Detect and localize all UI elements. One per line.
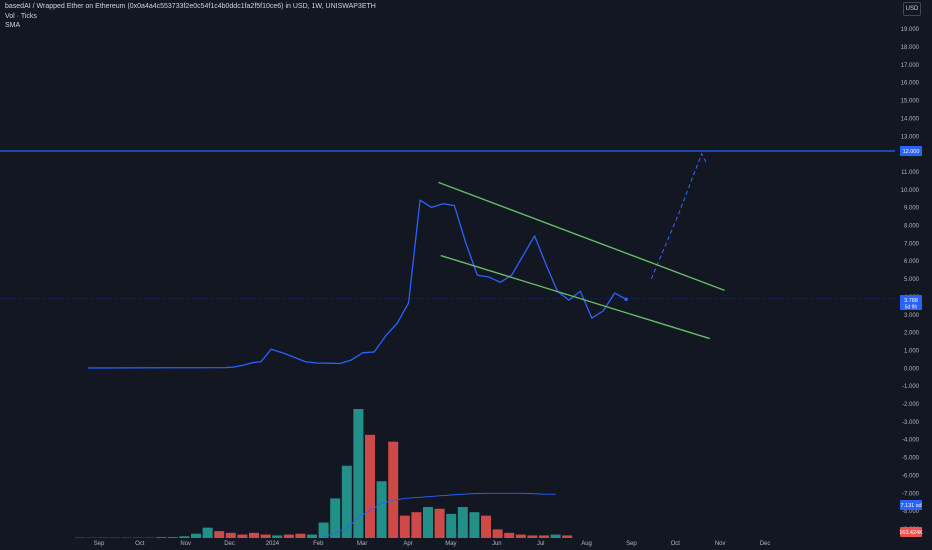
currency-button[interactable]: USD (903, 2, 921, 16)
bottom-tag: 163.424K (899, 527, 923, 537)
volume-bar (550, 534, 561, 538)
time-tick-label: Mar (357, 541, 367, 547)
price-tick-label: 7.000 (904, 241, 920, 247)
last-price-tag-text: 3.788 (904, 298, 918, 304)
volume-bar (237, 534, 248, 538)
price-tick-label: 13.000 (901, 134, 920, 140)
price-tick-label: 15.000 (901, 99, 920, 105)
time-tick-label: 2024 (266, 541, 280, 547)
horizontal-level-tag: 12.000 (900, 146, 922, 156)
volume-bar (249, 532, 259, 538)
volume-tag-text: 7.131 sd (900, 503, 921, 509)
price-tick-label: 5.000 (904, 277, 920, 283)
legend-sma: SMA (5, 22, 21, 29)
time-tick-label: May (445, 541, 456, 547)
volume-bar (156, 537, 167, 538)
last-price-tag-subtext: 5d 9h (905, 305, 918, 311)
volume-bar (330, 498, 341, 538)
volume-bar (504, 532, 515, 538)
volume-bar (457, 507, 468, 538)
volume-bar (539, 535, 549, 538)
volume-bar (446, 513, 457, 538)
price-tick-label: 0.000 (904, 366, 920, 372)
volume-bar (295, 533, 306, 538)
volume-bar (423, 507, 433, 538)
legend-volume: Vol · Ticks (5, 12, 37, 20)
time-tick-label: Oct (135, 541, 145, 547)
time-tick-label: Nov (180, 541, 191, 547)
time-tick-label: Aug (581, 541, 592, 547)
volume-bar (167, 537, 178, 538)
price-tick-label: -6.000 (902, 473, 920, 479)
price-tick-label: 17.000 (901, 63, 920, 69)
price-tick-label: 19.000 (901, 27, 920, 33)
price-tick-label: 16.000 (901, 81, 920, 87)
volume-bar (492, 529, 503, 538)
price-tick-label: -2.000 (902, 402, 920, 408)
last-price-tag: 3.7885d 9h (900, 295, 922, 311)
price-tick-label: 10.000 (901, 188, 920, 194)
volume-bar (179, 536, 190, 538)
volume-bar (515, 534, 526, 538)
chart-background (0, 0, 932, 550)
volume-bar (214, 531, 225, 538)
price-tick-label: 11.000 (901, 170, 920, 176)
volume-bar (411, 512, 422, 538)
volume-bar (272, 535, 283, 538)
time-tick-label: Dec (760, 541, 771, 547)
price-tick-label: -7.000 (902, 491, 920, 497)
time-tick-label: Jul (537, 541, 545, 547)
legend-symbol: basedAI / Wrapped Ether on Ethereum (0x0… (5, 3, 376, 10)
price-chart[interactable]: 19.000 18.000 17.000 16.000 15.000 14.000 13.0… (0, 0, 932, 550)
last-price-dot (624, 297, 628, 302)
time-tick-label: Jun (492, 541, 502, 547)
volume-tag: 7.131 sd (900, 500, 922, 510)
price-tick-label: -5.000 (902, 456, 920, 462)
time-tick-label: Nov (715, 541, 726, 547)
volume-bar (388, 441, 399, 538)
price-tick-label: 1.000 (904, 348, 920, 354)
volume-bar (341, 465, 352, 538)
price-tick-label: 3.000 (904, 313, 920, 319)
volume-bar (353, 409, 364, 538)
time-tick-label: Sep (94, 541, 105, 547)
time-tick-label: Apr (403, 541, 412, 547)
volume-bar (527, 535, 538, 538)
price-tick-label: -1.000 (902, 384, 920, 390)
volume-bar (225, 532, 236, 538)
volume-bar (434, 508, 445, 538)
time-tick-label: Oct (671, 541, 681, 547)
volume-bar (260, 534, 271, 538)
price-tick-label: 9.000 (904, 206, 920, 212)
volume-bar (399, 515, 410, 538)
price-tick-label: 14.000 (901, 116, 920, 122)
bottom-tag-text: 163.424K (899, 530, 923, 536)
chart-legend: basedAI / Wrapped Ether on Ethereum (0x0… (5, 2, 376, 31)
volume-bar (469, 512, 480, 538)
volume-bar (481, 515, 491, 538)
volume-bar (283, 534, 294, 538)
volume-bar (191, 533, 201, 538)
volume-bar (202, 527, 213, 538)
price-tick-label: 6.000 (904, 259, 920, 265)
volume-bar (376, 481, 387, 538)
price-tick-label: 8.000 (904, 224, 920, 230)
volume-bar (562, 535, 573, 538)
volume-bar (365, 434, 375, 538)
price-tick-label: -3.000 (902, 420, 920, 426)
time-tick-label: Feb (313, 541, 324, 547)
price-tick-label: 2.000 (904, 331, 920, 337)
price-tick-label: -4.000 (902, 438, 920, 444)
volume-bar (307, 534, 317, 538)
time-tick-label: Sep (626, 541, 637, 547)
price-tick-label: 18.000 (901, 45, 920, 51)
time-tick-label: Dec (224, 541, 235, 547)
horizontal-level-tag-text: 12.000 (903, 149, 920, 155)
